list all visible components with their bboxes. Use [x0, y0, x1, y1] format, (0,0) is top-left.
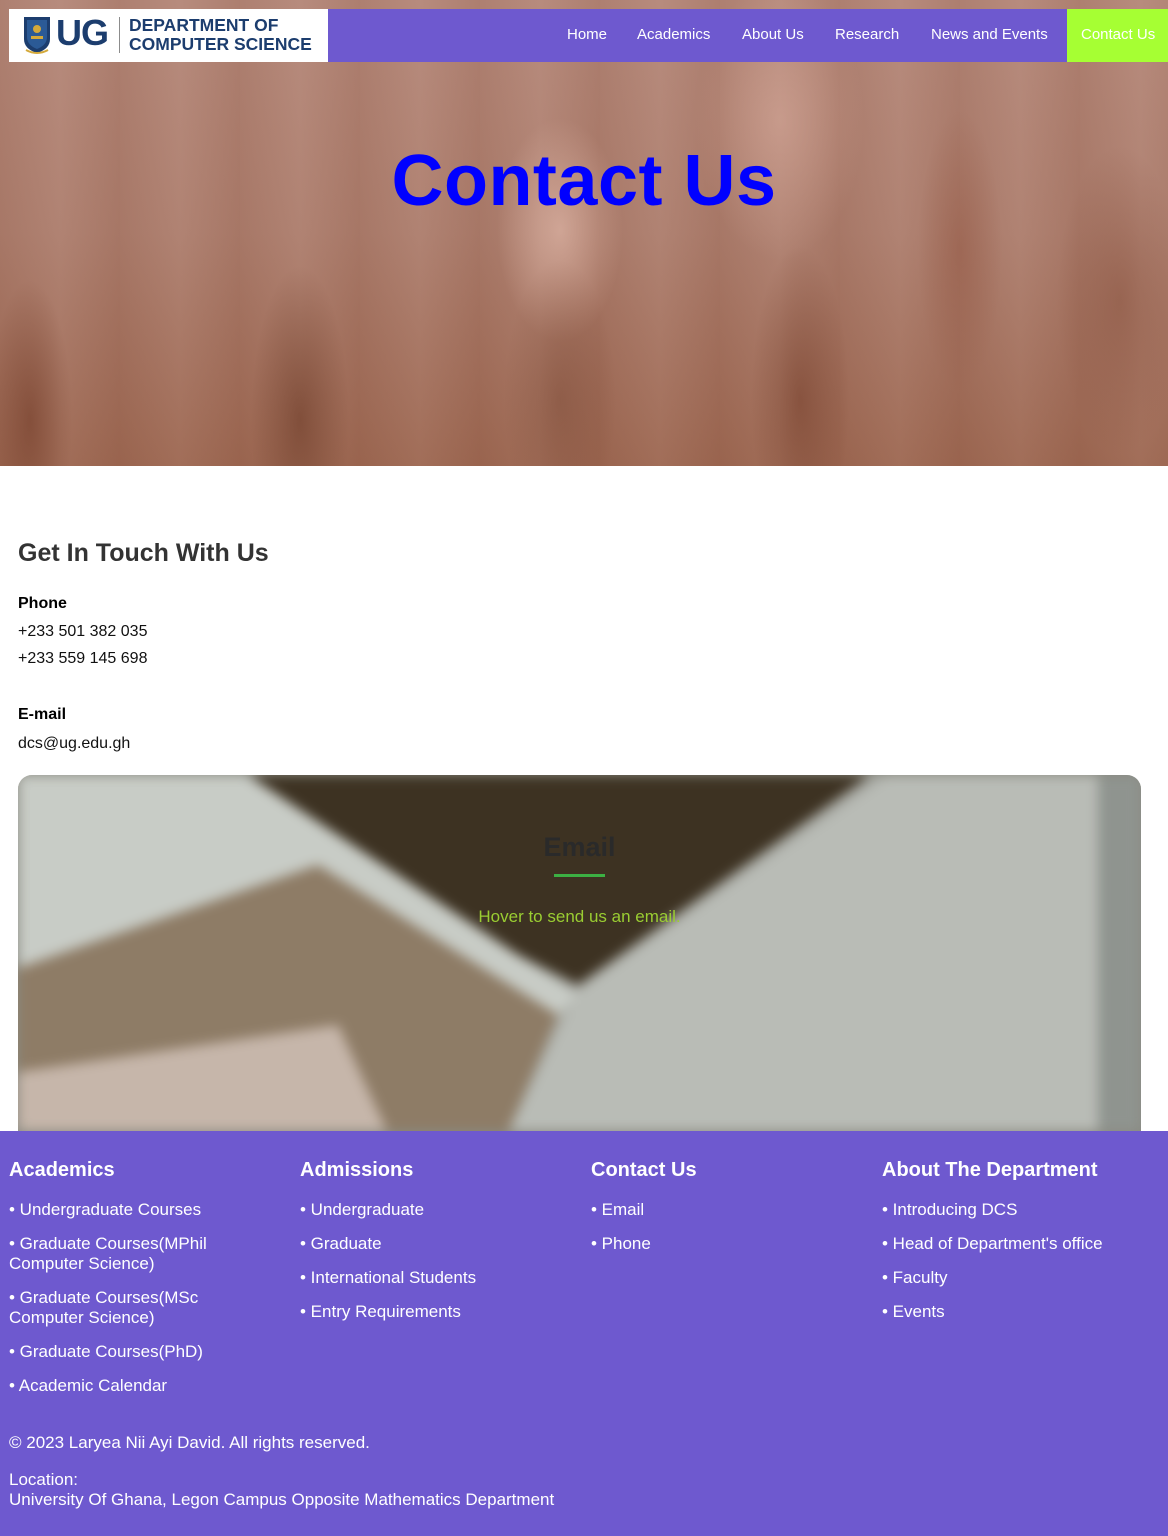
footer-link-graduate[interactable]: • Graduate: [300, 1234, 580, 1254]
email-card-underline: [554, 874, 605, 877]
email-label: E-mail: [18, 706, 67, 723]
footer-link-undergraduate[interactable]: • Undergraduate: [300, 1200, 580, 1220]
email-card-background: [18, 775, 1141, 1131]
footer-link-events[interactable]: • Events: [882, 1302, 1162, 1322]
email-card-title: Email: [543, 832, 616, 862]
nav-home[interactable]: Home: [567, 9, 607, 62]
page-title: Contact Us: [391, 141, 777, 221]
site-footer: Academics • Undergraduate Courses • Grad…: [0, 1131, 1168, 1536]
footer-link-faculty[interactable]: • Faculty: [882, 1268, 1162, 1288]
phone-label: Phone: [18, 595, 67, 612]
logo-divider: [119, 17, 120, 53]
nav-news-events[interactable]: News and Events: [931, 9, 1048, 62]
main-nav: Home Academics About Us Research News an…: [328, 9, 1168, 62]
phone-number-2: +233 559 145 698: [18, 650, 148, 667]
footer-link-entry-requirements[interactable]: • Entry Requirements: [300, 1302, 580, 1322]
nav-contact-us[interactable]: Contact Us: [1067, 9, 1168, 62]
hero-banner: Contact Us: [0, 0, 1168, 466]
footer-link-calendar[interactable]: • Academic Calendar: [9, 1376, 239, 1396]
footer-col-academics: Academics • Undergraduate Courses • Grad…: [9, 1159, 289, 1410]
nav-research[interactable]: Research: [835, 9, 899, 62]
department-name: DEPARTMENT OF COMPUTER SCIENCE: [129, 16, 324, 54]
location-label: Location:: [9, 1470, 78, 1489]
footer-col-about: About The Department • Introducing DCS •…: [882, 1159, 1162, 1336]
copyright-text: © 2023 Laryea Nii Ayi David. All rights …: [9, 1433, 370, 1452]
location-block: Location: University Of Ghana, Legon Cam…: [9, 1470, 554, 1510]
email-card[interactable]: Email Hover to send us an email.: [18, 775, 1141, 1131]
nav-academics[interactable]: Academics: [637, 9, 710, 62]
footer-link-phone[interactable]: • Phone: [591, 1234, 871, 1254]
footer-link-hod-office[interactable]: • Head of Department's office: [882, 1234, 1162, 1254]
footer-contact-title: Contact Us: [591, 1159, 697, 1181]
email-address: dcs@ug.edu.gh: [18, 735, 131, 752]
dept-line-1: DEPARTMENT OF: [129, 15, 279, 35]
footer-link-phd[interactable]: • Graduate Courses(PhD): [9, 1342, 239, 1362]
logo-ug-text: UG: [56, 12, 109, 53]
location-address: University Of Ghana, Legon Campus Opposi…: [9, 1490, 555, 1509]
site-logo[interactable]: UG DEPARTMENT OF COMPUTER SCIENCE: [9, 9, 328, 62]
nav-about-us[interactable]: About Us: [742, 9, 804, 62]
footer-admissions-title: Admissions: [300, 1159, 414, 1181]
footer-link-email[interactable]: • Email: [591, 1200, 871, 1220]
footer-link-mphil[interactable]: • Graduate Courses(MPhil Computer Scienc…: [9, 1234, 239, 1274]
footer-col-admissions: Admissions • Undergraduate • Graduate • …: [300, 1159, 580, 1336]
dept-line-2: COMPUTER SCIENCE: [129, 34, 312, 54]
footer-link-international[interactable]: • International Students: [300, 1268, 580, 1288]
footer-link-introducing-dcs[interactable]: • Introducing DCS: [882, 1200, 1162, 1220]
footer-col-contact: Contact Us • Email • Phone: [591, 1159, 871, 1268]
footer-link-msc[interactable]: • Graduate Courses(MSc Computer Science): [9, 1288, 239, 1328]
contact-heading: Get In Touch With Us: [18, 539, 269, 567]
university-crest-icon: [24, 17, 50, 54]
email-card-subtitle: Hover to send us an email.: [478, 907, 681, 926]
footer-link-undergrad-courses[interactable]: • Undergraduate Courses: [9, 1200, 239, 1220]
phone-number-1: +233 501 382 035: [18, 623, 148, 640]
footer-academics-title: Academics: [9, 1159, 115, 1181]
footer-about-title: About The Department: [882, 1159, 1098, 1181]
